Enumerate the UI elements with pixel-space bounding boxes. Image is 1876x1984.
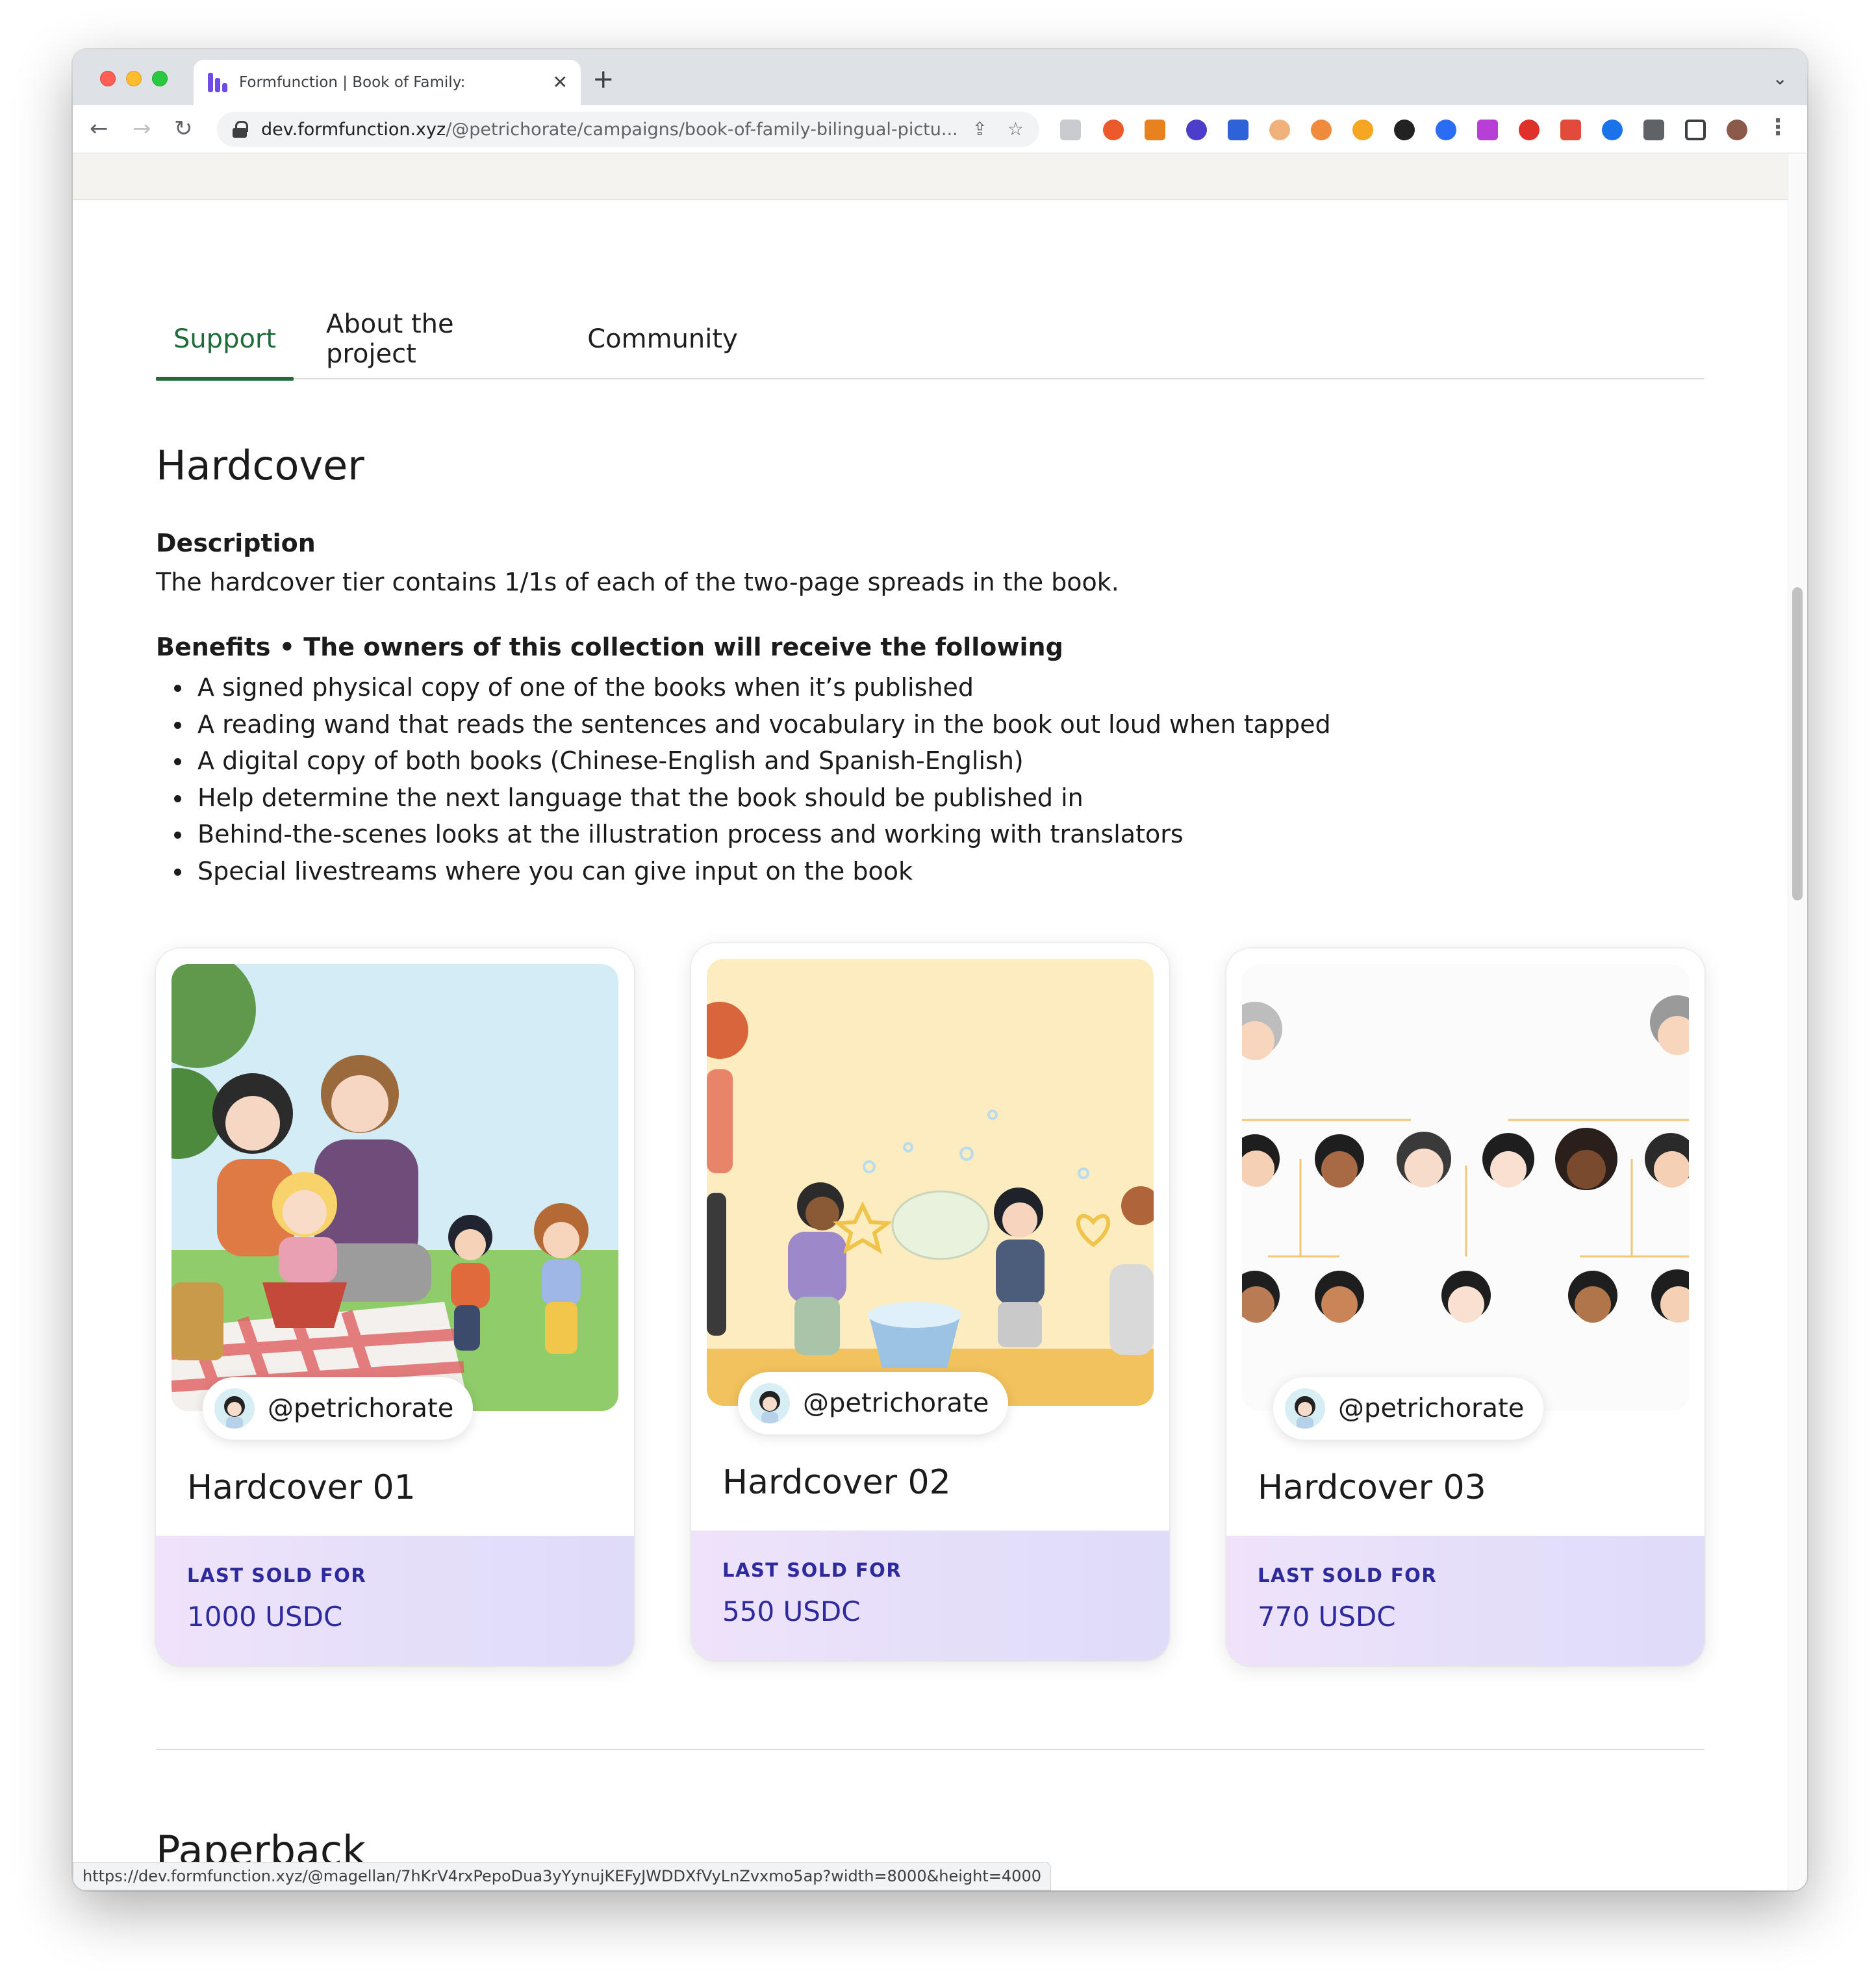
section-divider	[156, 1749, 1705, 1750]
minimize-window-button[interactable]	[126, 71, 142, 86]
extension-icon[interactable]	[1060, 120, 1081, 140]
download-extension-icon[interactable]	[1311, 120, 1332, 140]
avatar	[750, 1383, 790, 1423]
metamask-icon[interactable]	[1145, 120, 1165, 140]
extension-icon[interactable]	[1394, 120, 1415, 140]
browser-tab[interactable]: Formfunction | Book of Family: ✕	[194, 60, 581, 105]
status-bar-url: https://dev.formfunction.xyz/@magellan/7…	[73, 1862, 1051, 1890]
extension-icon[interactable]	[1228, 120, 1249, 140]
password-manager-icon[interactable]	[1602, 120, 1623, 140]
extension-icon[interactable]	[1560, 120, 1581, 140]
description-heading: Description	[156, 529, 316, 557]
extension-icon[interactable]	[1436, 120, 1456, 140]
page-viewport: Support About the project Community Hard…	[73, 153, 1788, 1890]
close-tab-icon[interactable]: ✕	[553, 73, 568, 92]
new-tab-button[interactable]: +	[592, 66, 615, 92]
close-window-button[interactable]	[100, 71, 116, 86]
avatar	[1285, 1388, 1325, 1429]
list-item: A reading wand that reads the sentences …	[174, 706, 1331, 743]
lock-icon	[233, 121, 248, 138]
creator-chip[interactable]: @petrichorate	[203, 1377, 474, 1440]
tab-community[interactable]: Community	[578, 299, 747, 379]
description-text: The hardcover tier contains 1/1s of each…	[156, 568, 1119, 596]
bookmark-star-icon[interactable]: ☆	[1008, 118, 1024, 140]
last-sold-price: 550 USDC	[722, 1596, 861, 1627]
creator-username: @petrichorate	[268, 1393, 454, 1423]
extension-icon[interactable]	[1519, 120, 1540, 140]
tab-title: Formfunction | Book of Family:	[239, 74, 466, 91]
formfunction-favicon-icon	[208, 73, 227, 92]
extension-icon[interactable]	[1269, 120, 1290, 140]
creator-chip[interactable]: @petrichorate	[1273, 1377, 1544, 1440]
browser-toolbar: ← → ↻ dev.formfunction.xyz/@petrichorate…	[73, 105, 1807, 153]
list-item: Help determine the next language that th…	[174, 780, 1331, 817]
campaign-tabs: Support About the project Community	[156, 299, 1705, 381]
extension-icon[interactable]	[1103, 120, 1124, 140]
last-sold-label: LAST SOLD FOR	[1258, 1564, 1438, 1586]
artwork-image	[171, 964, 618, 1411]
creator-username: @petrichorate	[1338, 1393, 1525, 1423]
extension-icon[interactable]	[1352, 120, 1373, 140]
last-sold-price: 1000 USDC	[187, 1601, 343, 1633]
back-button[interactable]: ←	[90, 116, 108, 142]
extension-icon[interactable]	[1477, 120, 1498, 140]
url-text: dev.formfunction.xyz/@petrichorate/campa…	[261, 119, 956, 140]
card-price-section: LAST SOLD FOR 550 USDC	[691, 1531, 1169, 1660]
list-item: Behind-the-scenes looks at the illustrat…	[174, 816, 1331, 853]
side-panel-icon[interactable]	[1685, 120, 1706, 140]
artwork-image	[1242, 964, 1689, 1411]
puzzle-extensions-icon[interactable]	[1643, 120, 1664, 140]
avatar	[214, 1388, 255, 1429]
tab-search-chevron-icon[interactable]: ⌄	[1773, 68, 1788, 89]
browser-window: Formfunction | Book of Family: ✕ + ⌄ ← →…	[73, 49, 1807, 1890]
benefits-heading: Benefits • The owners of this collection…	[156, 633, 1063, 661]
card-title: Hardcover 01	[187, 1468, 416, 1507]
creator-username: @petrichorate	[803, 1388, 989, 1418]
extension-icon[interactable]	[1186, 120, 1207, 140]
header-strip	[73, 153, 1788, 200]
card-title: Hardcover 03	[1258, 1468, 1486, 1507]
address-bar[interactable]: dev.formfunction.xyz/@petrichorate/campa…	[217, 112, 1039, 147]
profile-avatar[interactable]	[1727, 120, 1747, 140]
maximize-window-button[interactable]	[152, 71, 168, 86]
nft-card[interactable]: @petrichorate Hardcover 03 LAST SOLD FOR…	[1226, 948, 1705, 1666]
last-sold-price: 770 USDC	[1258, 1601, 1396, 1633]
forward-button[interactable]: →	[133, 116, 151, 142]
scrollbar-thumb[interactable]	[1792, 587, 1803, 900]
scrollbar[interactable]	[1788, 153, 1807, 1890]
card-title: Hardcover 02	[722, 1463, 951, 1502]
tier-title: Hardcover	[156, 442, 364, 489]
list-item: Special livestreams where you can give i…	[174, 853, 1331, 890]
artwork-image	[707, 959, 1154, 1406]
benefits-list: A signed physical copy of one of the boo…	[174, 669, 1331, 889]
creator-chip[interactable]: @petrichorate	[738, 1372, 1009, 1434]
tab-strip: Formfunction | Book of Family: ✕ + ⌄	[73, 49, 1807, 105]
nft-card[interactable]: @petrichorate Hardcover 02 LAST SOLD FOR…	[691, 943, 1169, 1660]
card-price-section: LAST SOLD FOR 1000 USDC	[156, 1536, 634, 1666]
tab-about-the-project[interactable]: About the project	[326, 299, 546, 379]
browser-menu-icon[interactable]: ⋮	[1767, 114, 1789, 140]
last-sold-label: LAST SOLD FOR	[187, 1564, 367, 1586]
last-sold-label: LAST SOLD FOR	[722, 1559, 902, 1581]
tab-support[interactable]: Support	[156, 299, 294, 381]
list-item: A signed physical copy of one of the boo…	[174, 669, 1331, 706]
card-price-section: LAST SOLD FOR 770 USDC	[1226, 1536, 1705, 1666]
reload-button[interactable]: ↻	[174, 116, 193, 142]
share-icon[interactable]: ⇪	[972, 118, 987, 140]
list-item: A digital copy of both books (Chinese-En…	[174, 743, 1331, 780]
nft-card[interactable]: @petrichorate Hardcover 01 LAST SOLD FOR…	[156, 948, 634, 1666]
